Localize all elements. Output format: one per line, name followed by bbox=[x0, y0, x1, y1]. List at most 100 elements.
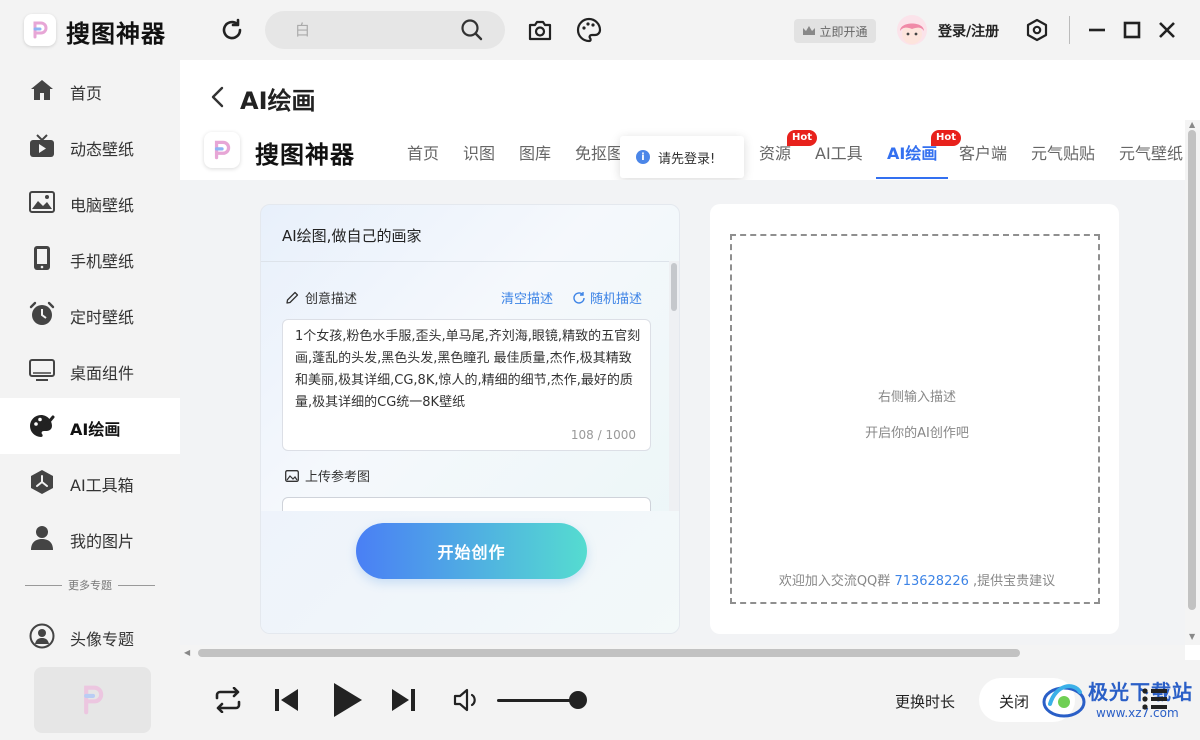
card-title: AI绘图,做自己的画家 bbox=[282, 227, 422, 245]
minimize-icon[interactable] bbox=[1086, 18, 1108, 42]
next-icon[interactable] bbox=[388, 685, 420, 715]
close-icon[interactable] bbox=[1156, 18, 1178, 42]
maximize-icon[interactable] bbox=[1121, 18, 1143, 42]
start-creation-button[interactable]: 开始创作 bbox=[356, 523, 587, 579]
sidebar-item-ai-toolbox[interactable]: AI工具箱 bbox=[0, 454, 180, 510]
sidebar-item-label: 我的图片 bbox=[70, 532, 135, 551]
sidebar-item-label: 电脑壁纸 bbox=[70, 196, 135, 215]
volume-icon[interactable] bbox=[452, 687, 484, 713]
sidebar-item-avatar-topic[interactable]: 头像专题 bbox=[0, 608, 180, 664]
ai-painting-form: AI绘图,做自己的画家 创意描述 清空描述 随机描述 1个女孩,粉色水手服,歪头… bbox=[260, 204, 680, 634]
upload-reference-label: 上传参考图 bbox=[285, 466, 370, 485]
info-icon: i bbox=[636, 150, 650, 164]
search-bar bbox=[265, 11, 505, 49]
search-input[interactable] bbox=[295, 19, 455, 41]
palette-icon[interactable] bbox=[575, 16, 603, 44]
avatar[interactable] bbox=[897, 15, 927, 45]
nav-yuanqi-wallpaper[interactable]: 元气壁纸 bbox=[1119, 140, 1183, 164]
sidebar-item-pc-wallpaper[interactable]: 电脑壁纸 bbox=[0, 174, 180, 230]
titlebar-divider bbox=[1069, 16, 1070, 44]
pencil-icon bbox=[286, 291, 299, 304]
sidebar-item-live-wallpaper[interactable]: 动态壁纸 bbox=[0, 118, 180, 174]
nav-home[interactable]: 首页 bbox=[407, 140, 439, 164]
login-link[interactable]: 登录/注册 bbox=[938, 21, 999, 41]
description-textarea[interactable]: 1个女孩,粉色水手服,歪头,单马尾,齐刘海,眼镜,精致的五官刻画,蓬乱的头发,黑… bbox=[282, 319, 651, 451]
alarm-clock-icon bbox=[29, 301, 55, 327]
crown-icon bbox=[803, 26, 816, 35]
sidebar-item-label: 桌面组件 bbox=[70, 364, 135, 383]
card-scrollbar[interactable] bbox=[669, 261, 679, 511]
current-wallpaper-thumbnail[interactable] bbox=[34, 667, 151, 733]
volume-slider-track[interactable] bbox=[497, 699, 579, 702]
refresh-icon bbox=[573, 291, 585, 304]
image-icon bbox=[29, 189, 55, 215]
previous-icon[interactable] bbox=[270, 685, 302, 715]
avatar-topic-icon bbox=[29, 623, 55, 649]
sidebar-item-home[interactable]: 首页 bbox=[0, 62, 180, 118]
character-count: 108 / 1000 bbox=[570, 428, 636, 442]
nav-image-recognition[interactable]: 识图 bbox=[463, 140, 495, 164]
scroll-up-arrow-icon[interactable]: ▲ bbox=[1189, 120, 1195, 129]
vip-button[interactable]: 立即开通 bbox=[794, 19, 876, 43]
sidebar-item-desktop-widget[interactable]: 桌面组件 bbox=[0, 342, 180, 398]
sidebar-item-phone-wallpaper[interactable]: 手机壁纸 bbox=[0, 230, 180, 286]
sidebar-item-ai-painting[interactable]: AI绘画 bbox=[0, 398, 180, 454]
repeat-icon[interactable] bbox=[212, 685, 244, 715]
sidebar-item-label: 首页 bbox=[70, 84, 103, 103]
home-icon bbox=[29, 77, 55, 103]
volume-slider-handle[interactable] bbox=[569, 691, 587, 709]
qq-number-link[interactable]: 713628226 bbox=[894, 574, 968, 589]
sidebar-item-label: 手机壁纸 bbox=[70, 252, 135, 271]
nav-cutout[interactable]: 免抠图 bbox=[575, 140, 623, 164]
sidebar-item-timed-wallpaper[interactable]: 定时壁纸 bbox=[0, 286, 180, 342]
random-description-button[interactable]: 随机描述 bbox=[572, 288, 642, 307]
qq-suffix: ,提供宝贵建议 bbox=[973, 574, 1056, 589]
back-arrow-icon[interactable] bbox=[208, 85, 228, 109]
app-logo-icon bbox=[83, 685, 103, 715]
nav-ai-tools[interactable]: AI工具 bbox=[815, 140, 863, 164]
app-logo bbox=[24, 14, 56, 46]
nav-gallery[interactable]: 图库 bbox=[519, 140, 551, 164]
camera-icon[interactable] bbox=[526, 16, 554, 44]
playlist-icon[interactable] bbox=[1140, 684, 1170, 714]
nav-active-indicator bbox=[876, 177, 948, 179]
refresh-icon[interactable] bbox=[218, 16, 246, 44]
close-toggle-label: 关闭 bbox=[999, 693, 1030, 711]
clear-description-button[interactable]: 清空描述 bbox=[501, 288, 553, 307]
title-bar: 搜图神器 立即开通 登录/注册 bbox=[0, 0, 1200, 60]
vip-label: 立即开通 bbox=[819, 24, 868, 39]
vertical-scroll-thumb[interactable] bbox=[1188, 130, 1196, 610]
sidebar-item-my-images[interactable]: 我的图片 bbox=[0, 510, 180, 566]
nav-ai-painting[interactable]: AI绘画 bbox=[887, 140, 937, 164]
main-content: AI绘画 搜图神器 首页 识图 图库 免抠图 资源 Hot AI工具 AI绘画 … bbox=[180, 60, 1200, 660]
page-title: AI绘画 bbox=[240, 87, 316, 115]
horizontal-scrollbar[interactable]: ◀ bbox=[180, 645, 1185, 660]
nav-yuanqi-stickers[interactable]: 元气贴贴 bbox=[1031, 140, 1095, 164]
sidebar: 首页 动态壁纸 电脑壁纸 手机壁纸 定时壁纸 桌面组件 AI绘画 AI工具箱 我… bbox=[0, 60, 180, 660]
tv-icon bbox=[29, 133, 55, 159]
sidebar-item-label: 动态壁纸 bbox=[70, 140, 135, 159]
scroll-down-arrow-icon[interactable]: ▼ bbox=[1189, 632, 1195, 641]
qq-group-line: 欢迎加入交流QQ群 713628226 ,提供宝贵建议 bbox=[732, 570, 1102, 589]
vertical-scrollbar[interactable]: ▲ ▼ bbox=[1185, 120, 1200, 645]
scroll-left-arrow-icon[interactable]: ◀ bbox=[184, 648, 190, 657]
monitor-icon bbox=[29, 357, 55, 383]
search-icon[interactable] bbox=[459, 17, 485, 43]
card-divider bbox=[261, 261, 679, 262]
ai-toolbox-icon bbox=[29, 469, 55, 495]
more-topics-label: 更多专题 bbox=[68, 579, 112, 592]
upload-label-text: 上传参考图 bbox=[305, 470, 371, 485]
nav-client[interactable]: 客户端 bbox=[959, 140, 1007, 164]
site-logo bbox=[204, 132, 240, 168]
login-toast: i 请先登录! bbox=[620, 136, 744, 178]
sidebar-item-label: 定时壁纸 bbox=[70, 308, 135, 327]
horizontal-scroll-thumb[interactable] bbox=[198, 649, 1020, 657]
sidebar-item-label: AI绘画 bbox=[70, 420, 121, 439]
change-duration-button[interactable]: 更换时长 bbox=[895, 691, 955, 712]
play-icon[interactable] bbox=[328, 680, 366, 720]
content-area: AI绘图,做自己的画家 创意描述 清空描述 随机描述 1个女孩,粉色水手服,歪头… bbox=[180, 180, 1185, 645]
phone-icon bbox=[29, 245, 55, 271]
hot-badge: Hot bbox=[787, 130, 818, 146]
settings-icon[interactable] bbox=[1024, 17, 1050, 43]
sidebar-item-label: 头像专题 bbox=[70, 630, 135, 649]
